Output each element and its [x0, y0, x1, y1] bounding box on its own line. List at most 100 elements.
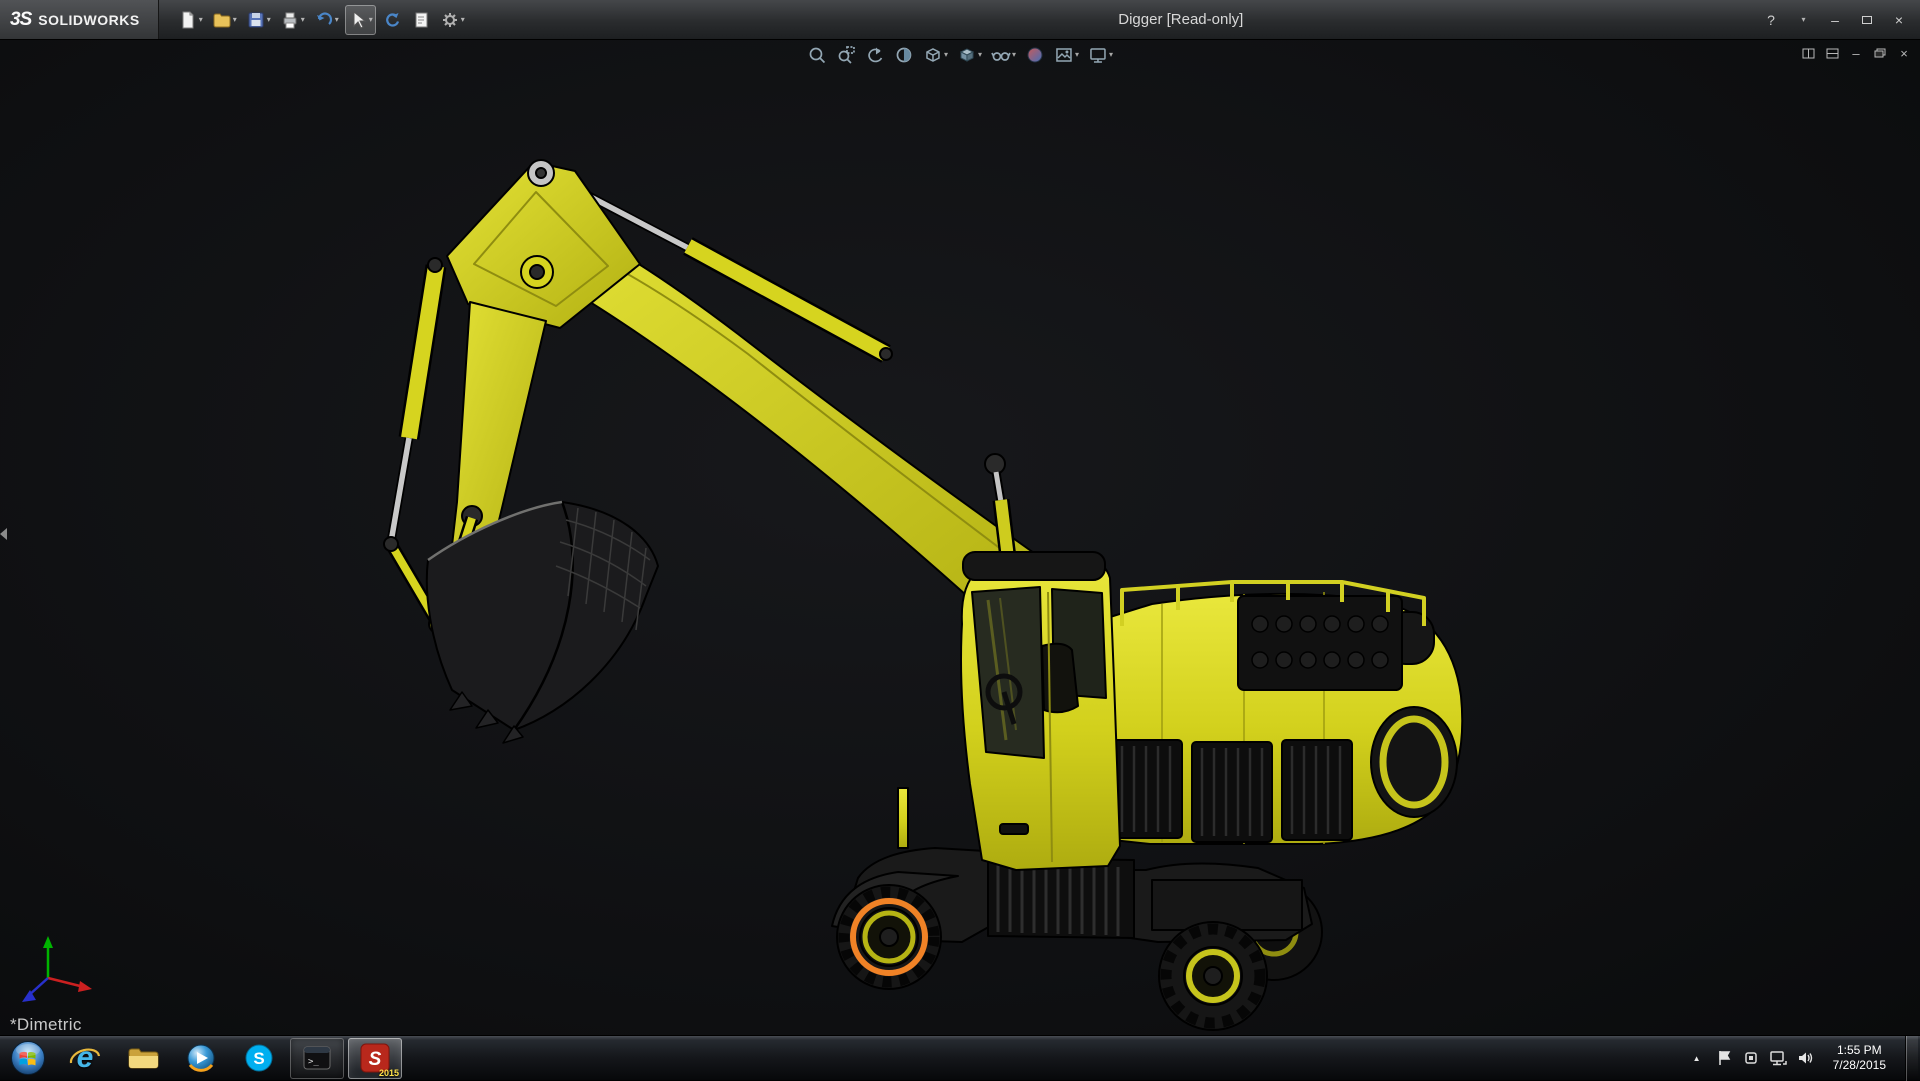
select-cursor-icon — [348, 10, 368, 30]
maximize-button[interactable] — [1854, 9, 1880, 31]
heads-up-view-toolbar: ▾ ▾ ▾ ▾ ▾ — [805, 43, 1115, 67]
previous-view-button[interactable] — [863, 43, 887, 67]
view-orientation-label: *Dimetric — [10, 1015, 82, 1035]
chevron-up-icon: ▲ — [1693, 1054, 1701, 1063]
flag-icon — [1717, 1050, 1731, 1066]
open-button[interactable]: ▾ — [209, 5, 240, 35]
apply-scene-button[interactable]: ▾ — [1052, 43, 1081, 67]
previous-view-icon — [865, 45, 885, 65]
start-button[interactable] — [8, 1038, 48, 1078]
open-icon — [212, 10, 232, 30]
taskbar-item-solidworks[interactable]: S 2015 — [348, 1038, 402, 1079]
document-restore-button[interactable] — [1870, 44, 1890, 62]
network-button[interactable] — [1770, 1036, 1787, 1080]
hidden-icons-button[interactable]: ▲ — [1689, 1036, 1705, 1080]
device-icon — [1744, 1051, 1758, 1065]
dropdown-caret-icon[interactable]: ▾ — [1075, 51, 1079, 59]
taskbar-item-skype[interactable]: S — [232, 1038, 286, 1079]
media-player-icon — [186, 1043, 216, 1073]
print-icon — [280, 10, 300, 30]
taskbar-item-command-prompt[interactable]: >_ — [290, 1038, 344, 1079]
pane-view-button[interactable] — [1822, 44, 1842, 62]
skype-icon: S — [244, 1043, 274, 1073]
volume-button[interactable] — [1798, 1036, 1814, 1080]
options-gear-icon — [440, 10, 460, 30]
dropdown-caret-icon[interactable]: ▾ — [461, 16, 465, 24]
view-settings-button[interactable]: ▾ — [1086, 43, 1115, 67]
zoom-to-area-button[interactable] — [834, 43, 858, 67]
section-view-icon — [894, 45, 914, 65]
dropdown-caret-icon[interactable]: ▾ — [199, 16, 203, 24]
dropdown-caret-icon[interactable]: ▾ — [1109, 51, 1113, 59]
graphics-viewport[interactable]: ▾ ▾ ▾ ▾ ▾ – × — [0, 40, 1920, 1035]
taskbar-item-windows-media-player[interactable] — [174, 1038, 228, 1079]
cab[interactable] — [898, 552, 1120, 870]
window-controls: ? ▾ – × — [1758, 9, 1920, 31]
display-style-icon — [957, 45, 977, 65]
clock-date: 7/28/2015 — [1833, 1058, 1886, 1073]
hide-show-glasses-icon — [991, 45, 1011, 65]
select-button[interactable]: ▾ — [345, 5, 376, 35]
dropdown-caret-icon[interactable]: ▾ — [369, 16, 373, 24]
system-tray: ▲ 1:55 PM 7/28/2015 — [1689, 1036, 1920, 1080]
windows-start-icon — [10, 1040, 46, 1076]
dropdown-caret-icon[interactable]: ▾ — [978, 51, 982, 59]
chevron-down-icon: ▾ — [1801, 16, 1805, 24]
print-button[interactable]: ▾ — [277, 5, 308, 35]
folder-icon — [128, 1046, 159, 1070]
action-center-button[interactable] — [1716, 1036, 1732, 1080]
view-orientation-button[interactable]: ▾ — [921, 43, 950, 67]
dropdown-caret-icon[interactable]: ▾ — [335, 16, 339, 24]
dropdown-caret-icon[interactable]: ▾ — [1012, 51, 1016, 59]
file-properties-button[interactable] — [408, 5, 434, 35]
taskbar-item-windows-explorer[interactable] — [116, 1038, 170, 1079]
rear-wheel[interactable] — [1159, 922, 1267, 1030]
excavator-model[interactable] — [0, 40, 1920, 1035]
minimize-button[interactable]: – — [1822, 9, 1848, 31]
dropdown-caret-icon[interactable]: ▾ — [267, 16, 271, 24]
section-view-button[interactable] — [892, 43, 916, 67]
undo-icon — [314, 10, 334, 30]
rebuild-button[interactable] — [379, 5, 405, 35]
undo-button[interactable]: ▾ — [311, 5, 342, 35]
edit-appearance-button[interactable] — [1023, 43, 1047, 67]
zoom-to-fit-button[interactable] — [805, 43, 829, 67]
display-style-button[interactable]: ▾ — [955, 43, 984, 67]
engine-deck[interactable] — [1094, 582, 1462, 844]
solidworks-year-badge: 2015 — [379, 1068, 399, 1078]
bucket[interactable] — [427, 502, 658, 743]
file-properties-icon — [411, 10, 431, 30]
pane-view-icon — [1826, 48, 1839, 59]
view-orientation-cube-icon — [923, 45, 943, 65]
save-button[interactable]: ▾ — [243, 5, 274, 35]
featuremanager-collapse-arrow[interactable] — [0, 528, 7, 540]
new-document-icon — [178, 10, 198, 30]
help-button[interactable]: ? — [1758, 9, 1784, 31]
titlebar: 3S SOLIDWORKS ▾ ▾ ▾ ▾ ▾ ▾ — [0, 0, 1920, 40]
document-minimize-button[interactable]: – — [1846, 44, 1866, 62]
dropdown-caret-icon[interactable]: ▾ — [944, 51, 948, 59]
rebuild-icon — [382, 10, 402, 30]
close-button[interactable]: × — [1886, 9, 1912, 31]
save-icon — [246, 10, 266, 30]
taskbar-item-internet-explorer[interactable]: e — [58, 1038, 112, 1079]
taskbar: e S >_ S 2015 ▲ — [0, 1035, 1920, 1080]
taskbar-clock[interactable]: 1:55 PM 7/28/2015 — [1825, 1043, 1894, 1073]
front-wheel[interactable] — [837, 885, 941, 989]
document-window-controls: – × — [1798, 44, 1914, 62]
command-prompt-icon: >_ — [303, 1046, 331, 1070]
edit-appearance-ball-icon — [1025, 45, 1045, 65]
brand-mark-icon: 3S — [10, 9, 31, 31]
document-close-button[interactable]: × — [1894, 44, 1914, 62]
hide-show-items-button[interactable]: ▾ — [989, 43, 1018, 67]
split-view-button[interactable] — [1798, 44, 1818, 62]
device-button[interactable] — [1743, 1036, 1759, 1080]
options-button[interactable]: ▾ — [437, 5, 468, 35]
dropdown-caret-icon[interactable]: ▾ — [233, 16, 237, 24]
show-desktop-button[interactable] — [1905, 1036, 1918, 1081]
expand-toolbar-button[interactable]: ▾ — [1790, 9, 1816, 31]
dropdown-caret-icon[interactable]: ▾ — [301, 16, 305, 24]
network-icon — [1770, 1051, 1787, 1066]
new-document-button[interactable]: ▾ — [175, 5, 206, 35]
zoom-to-area-icon — [836, 45, 856, 65]
